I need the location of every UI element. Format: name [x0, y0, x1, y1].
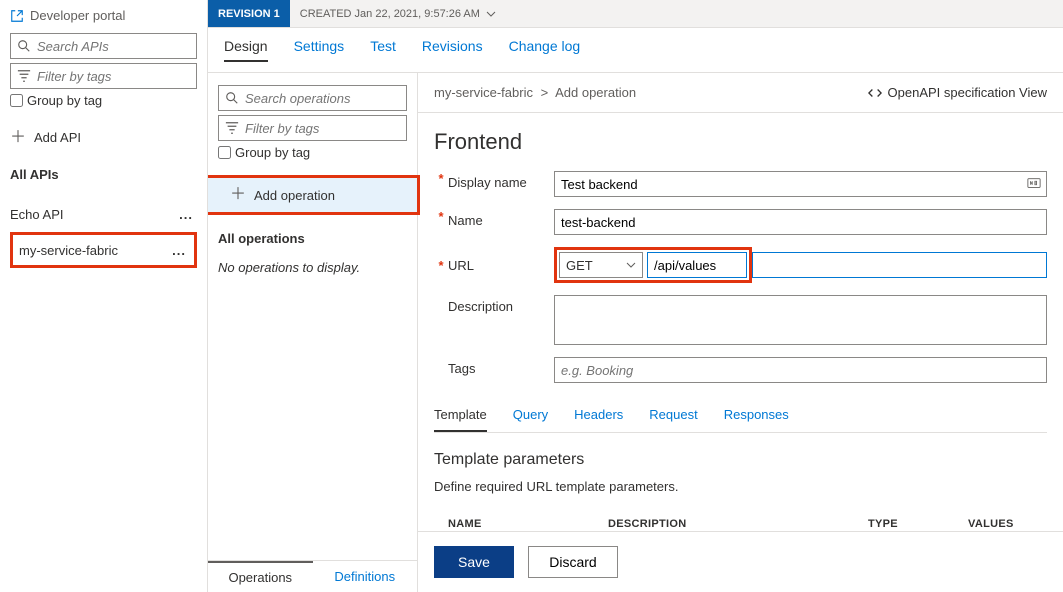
chevron-down-icon [626, 260, 636, 270]
subtab-query[interactable]: Query [513, 407, 548, 432]
filter-apis-input[interactable] [37, 69, 190, 84]
tab-test[interactable]: Test [370, 38, 396, 62]
tab-operations[interactable]: Operations [208, 561, 313, 592]
more-icon[interactable]: ... [172, 243, 190, 258]
name-input[interactable] [554, 209, 1047, 235]
ops-group-by-tag-input[interactable] [218, 146, 231, 159]
search-apis-input[interactable] [37, 39, 190, 54]
col-description: DESCRIPTION [608, 518, 828, 530]
search-operations-input[interactable] [245, 91, 400, 106]
template-params-sub: Define required URL template parameters. [434, 479, 1047, 494]
add-api-label: Add API [34, 130, 81, 145]
filter-icon [225, 121, 239, 135]
required-marker: * [434, 171, 448, 186]
description-label: Description [448, 295, 554, 314]
search-operations-box[interactable] [218, 85, 407, 111]
display-name-field-wrap [554, 171, 1047, 197]
developer-portal-label: Developer portal [30, 8, 125, 23]
external-link-icon [10, 9, 24, 23]
col-type: TYPE [868, 518, 928, 530]
api-sidebar: Developer portal Group by tag ＋ Add API … [0, 0, 208, 592]
tags-label: Tags [448, 357, 554, 376]
group-by-tag-checkbox[interactable]: Group by tag [10, 93, 197, 108]
http-method-value: GET [566, 258, 593, 273]
search-apis-box[interactable] [10, 33, 197, 59]
ops-bottom-tabs: Operations Definitions [208, 560, 417, 592]
group-by-tag-label: Group by tag [27, 93, 102, 108]
revision-pill[interactable]: REVISION 1 [208, 0, 290, 27]
template-params-heading: Template parameters [434, 451, 1047, 469]
openapi-spec-link[interactable]: OpenAPI specification View [868, 85, 1047, 100]
no-operations-text: No operations to display. [218, 260, 407, 275]
group-by-tag-input[interactable] [10, 94, 23, 107]
breadcrumb-api[interactable]: my-service-fabric [434, 85, 533, 100]
developer-portal-link[interactable]: Developer portal [10, 8, 197, 23]
search-icon [17, 39, 31, 53]
subtab-template[interactable]: Template [434, 407, 487, 432]
filter-operations-box[interactable] [218, 115, 407, 141]
name-label: Name [448, 209, 554, 228]
display-name-label: Display name [448, 171, 554, 190]
filter-icon [17, 69, 31, 83]
tab-design[interactable]: Design [224, 38, 268, 62]
operations-panel: Group by tag ＋ Add operation All operati… [208, 73, 418, 592]
text-format-icon[interactable] [1027, 176, 1041, 190]
http-method-select[interactable]: GET [559, 252, 643, 278]
search-icon [225, 91, 239, 105]
revision-created[interactable]: CREATED Jan 22, 2021, 9:57:26 AM [290, 8, 506, 20]
tab-definitions[interactable]: Definitions [313, 561, 418, 592]
filter-apis-box[interactable] [10, 63, 197, 89]
sub-tabs: Template Query Headers Request Responses [434, 407, 1047, 433]
revision-bar: REVISION 1 CREATED Jan 22, 2021, 9:57:26… [208, 0, 1063, 28]
chevron-down-icon [486, 9, 496, 19]
plus-icon: ＋ [230, 188, 246, 202]
ops-group-by-tag-checkbox[interactable]: Group by tag [218, 145, 407, 160]
col-name: NAME [448, 518, 568, 530]
subtab-responses[interactable]: Responses [724, 407, 789, 432]
api-item-label: my-service-fabric [13, 243, 118, 258]
action-bar: Save Discard [418, 531, 1063, 592]
add-operation-label: Add operation [254, 188, 335, 203]
breadcrumb: my-service-fabric > Add operation [434, 85, 636, 100]
url-remainder-input[interactable] [752, 252, 1047, 278]
breadcrumb-row: my-service-fabric > Add operation OpenAP… [418, 73, 1063, 113]
main-tabs: Design Settings Test Revisions Change lo… [208, 28, 1063, 73]
revision-created-text: CREATED Jan 22, 2021, 9:57:26 AM [300, 8, 480, 20]
all-apis-heading: All APIs [10, 167, 197, 182]
api-item-echo[interactable]: Echo API ... [10, 196, 197, 232]
url-highlight-box: GET [554, 247, 752, 283]
code-icon [868, 86, 882, 100]
tab-revisions[interactable]: Revisions [422, 38, 483, 62]
save-button[interactable]: Save [434, 546, 514, 578]
breadcrumb-sep: > [541, 85, 549, 100]
subtab-request[interactable]: Request [649, 407, 697, 432]
openapi-spec-label: OpenAPI specification View [888, 85, 1047, 100]
template-params-columns: NAME DESCRIPTION TYPE VALUES [434, 512, 1047, 531]
required-marker: * [434, 258, 448, 273]
add-operation-button[interactable]: ＋ Add operation [208, 175, 420, 215]
filter-operations-input[interactable] [245, 121, 400, 136]
url-label: URL [448, 258, 554, 273]
subtab-headers[interactable]: Headers [574, 407, 623, 432]
more-icon[interactable]: ... [179, 207, 193, 222]
discard-button[interactable]: Discard [528, 546, 618, 578]
api-item-label: Echo API [10, 207, 63, 222]
plus-icon: ＋ [10, 131, 26, 145]
breadcrumb-page: Add operation [555, 85, 636, 100]
all-operations-heading: All operations [218, 231, 407, 246]
url-path-input[interactable] [647, 252, 747, 278]
required-marker: * [434, 209, 448, 224]
ops-group-by-tag-label: Group by tag [235, 145, 310, 160]
frontend-heading: Frontend [434, 129, 1047, 155]
main-content: my-service-fabric > Add operation OpenAP… [418, 73, 1063, 592]
tab-settings[interactable]: Settings [294, 38, 345, 62]
tab-changelog[interactable]: Change log [509, 38, 581, 62]
tags-input[interactable] [554, 357, 1047, 383]
display-name-input[interactable] [554, 171, 1047, 197]
api-item-my-service-fabric[interactable]: my-service-fabric ... [10, 232, 197, 268]
description-input[interactable] [554, 295, 1047, 345]
col-values: VALUES [968, 518, 1028, 530]
frontend-form: Frontend * Display name * Name [418, 113, 1063, 531]
add-api-button[interactable]: ＋ Add API [10, 126, 197, 149]
